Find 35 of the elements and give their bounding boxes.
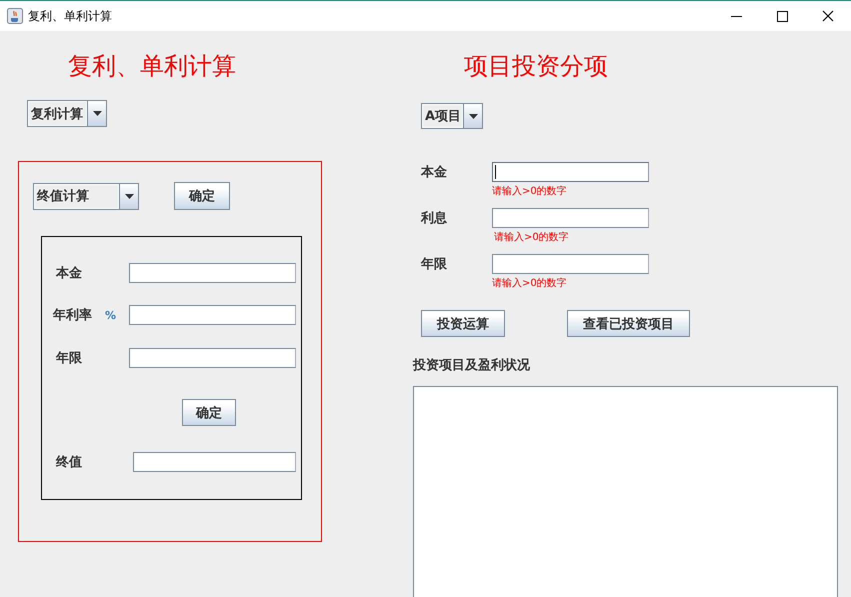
calculation-type-dropdown[interactable]: 终值计算 [33,182,139,210]
invest-calculate-button[interactable]: 投资运算 [421,310,505,337]
section-heading: 项目投资分项 [464,52,609,80]
close-icon [822,10,834,22]
field-label: 终值 [56,454,82,471]
field-label: 年限 [421,256,447,273]
result-field[interactable] [133,452,296,472]
validation-hint: 请输入>0的数字 [492,186,568,198]
input-field[interactable] [129,263,296,283]
field-label: 利息 [421,210,447,227]
input-field[interactable] [492,162,649,182]
output-label: 投资项目及盈利状况 [413,357,531,374]
field-label: 本金 [56,265,82,282]
input-field[interactable] [492,208,649,228]
field-label: 本金 [421,164,447,181]
mode-dropdown[interactable]: 复利计算 [27,100,107,127]
project-dropdown[interactable]: A项目 [421,103,483,129]
calculate-button[interactable]: 确定 [182,399,236,426]
window-title: 复利、单利计算 [28,8,113,24]
validation-hint: 请输入>0的数字 [492,278,568,290]
input-field[interactable] [492,254,649,274]
view-projects-button[interactable]: 查看已投资项目 [567,310,690,337]
maximize-icon [776,10,788,22]
field-label: 年利率 [53,306,92,324]
unit-label: % [105,308,116,322]
dropdown-arrow-icon [468,114,478,118]
section-heading: 复利、单利计算 [68,52,237,80]
dropdown-arrow-icon [92,111,102,116]
app-icon [7,8,23,24]
dropdown-arrow-icon [124,194,134,198]
confirm-button[interactable]: 确定 [174,182,230,210]
input-field[interactable] [129,305,296,325]
validation-hint: 请输入>0的数字 [494,232,570,244]
field-label: 年限 [56,350,82,367]
input-field[interactable] [129,348,296,368]
